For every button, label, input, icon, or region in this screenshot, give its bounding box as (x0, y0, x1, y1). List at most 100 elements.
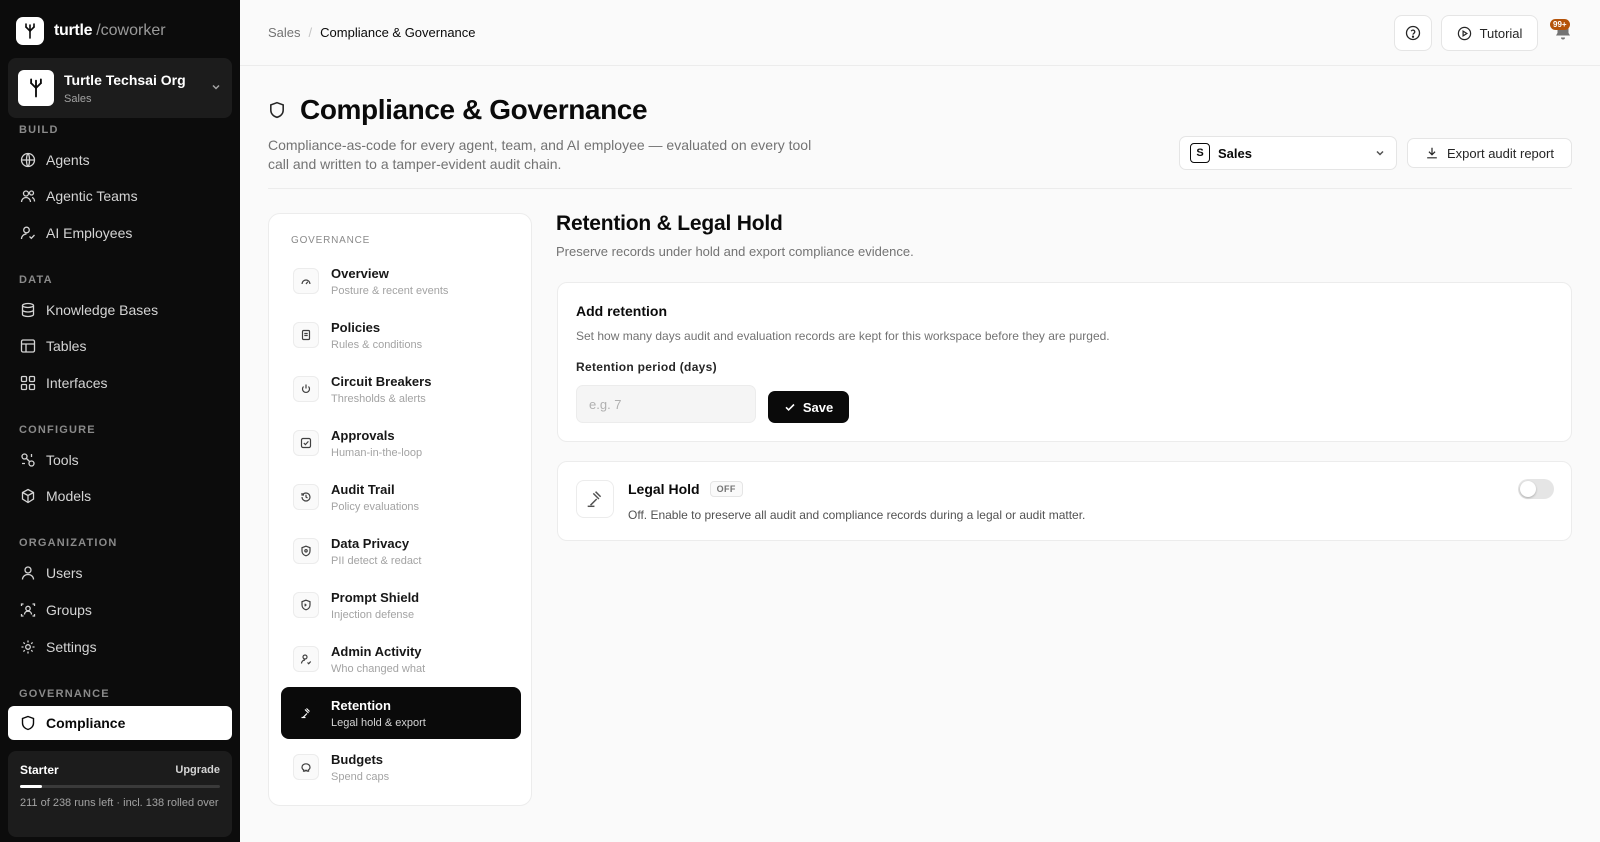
gavel-icon (293, 700, 319, 726)
gov-nav-sub: Who changed what (331, 662, 426, 675)
user-icon (21, 566, 35, 580)
gov-nav-label: Retention (331, 697, 391, 713)
workspace-select[interactable]: S Sales (1179, 136, 1397, 170)
gov-nav-label: Circuit Breakers (331, 373, 432, 389)
retention-period-input[interactable] (576, 385, 756, 423)
gauge-icon (293, 268, 319, 294)
page-header: Compliance & Governance Compliance-as-co… (268, 94, 828, 174)
group-icon (20, 603, 36, 617)
gov-nav-sub: PII detect & redact (331, 554, 422, 567)
legal-hold-status-badge: OFF (709, 481, 743, 497)
sidebar-item-label: Knowledge Bases (46, 302, 159, 318)
sidebar-item-label: Users (46, 565, 83, 581)
sidebar-item-ai-employees[interactable]: AI Employees (8, 216, 232, 250)
gov-nav-policies[interactable]: Policies Rules & conditions (281, 309, 521, 361)
sidebar-item-interfaces[interactable]: Interfaces (8, 366, 232, 400)
org-switcher[interactable]: Turtle Techsai Org Sales (8, 58, 232, 118)
gov-nav-label: Prompt Shield (331, 589, 420, 605)
save-button[interactable]: Save (768, 391, 849, 423)
plan-name: Starter (20, 763, 59, 777)
sidebar-item-agents[interactable]: Agents (8, 143, 232, 177)
gavel-icon (576, 480, 614, 518)
sidebar-item-label: Agentic Teams (46, 188, 138, 204)
tools-icon (21, 453, 35, 467)
checkbox-icon (293, 430, 319, 456)
gov-nav-approvals[interactable]: Approvals Human-in-the-loop (281, 417, 521, 469)
add-retention-card: Add retention Set how many days audit an… (557, 282, 1572, 442)
gov-nav-audit-trail[interactable]: Audit Trail Policy evaluations (281, 471, 521, 523)
breadcrumb: Sales / Compliance & Governance (268, 25, 476, 40)
gov-nav-data-privacy[interactable]: Data Privacy PII detect & redact (281, 525, 521, 577)
legal-hold-card: Legal Hold OFF Off. Enable to preserve a… (557, 461, 1572, 541)
user-activity-icon (293, 646, 319, 672)
user-check-icon (20, 226, 35, 240)
gear-icon (21, 640, 35, 654)
plan-usage-bar (20, 785, 220, 788)
chevron-down-icon (1376, 150, 1384, 156)
gov-nav-label: Audit Trail (331, 481, 395, 497)
sidebar-item-tools[interactable]: Tools (8, 443, 232, 477)
gov-nav-sub: Spend caps (331, 770, 390, 783)
sidebar-item-label: Compliance (46, 715, 126, 731)
sidebar-item-models[interactable]: Models (8, 479, 232, 513)
legal-hold-description: Off. Enable to preserve all audit and co… (628, 508, 1086, 522)
legal-hold-title: Legal Hold (628, 481, 700, 497)
power-icon (293, 376, 319, 402)
sidebar-item-settings[interactable]: Settings (8, 630, 232, 664)
layout-icon (20, 375, 36, 391)
download-icon (1427, 147, 1437, 159)
users-icon (20, 190, 36, 203)
sidebar-item-tables[interactable]: Tables (8, 329, 232, 363)
org-name: Turtle Techsai Org (64, 71, 186, 88)
piggy-bank-icon (293, 754, 319, 780)
sidebar-item-label: Models (46, 488, 92, 504)
gov-nav-admin-activity[interactable]: Admin Activity Who changed what (281, 633, 521, 685)
gov-nav-retention[interactable]: Retention Legal hold & export (281, 687, 521, 739)
document-icon (293, 322, 319, 348)
breadcrumb-parent[interactable]: Sales (268, 25, 301, 40)
gov-nav-overview[interactable]: Overview Posture & recent events (281, 255, 521, 307)
brand-suffix: /coworker (96, 22, 166, 39)
plan-usage-fill (20, 785, 42, 788)
brand[interactable]: turtle /coworker (16, 17, 166, 45)
add-retention-title: Add retention (576, 303, 667, 319)
page-description: Compliance-as-code for every agent, team… (268, 137, 812, 172)
workspace-badge: S (1190, 143, 1210, 163)
nav-section-data: DATA (19, 274, 53, 286)
prompt-shield-icon (293, 592, 319, 618)
sidebar-item-compliance[interactable]: Compliance (8, 706, 232, 740)
table-icon (20, 339, 36, 353)
gov-nav-sub: Legal hold & export (331, 716, 426, 729)
sidebar-item-users[interactable]: Users (8, 556, 232, 590)
nav-section-configure: CONFIGURE (19, 424, 96, 436)
gov-nav-sub: Human-in-the-loop (331, 446, 423, 459)
play-circle-icon (1457, 26, 1471, 40)
help-button[interactable] (1394, 15, 1432, 51)
gov-nav-circuit-breakers[interactable]: Circuit Breakers Thresholds & alerts (281, 363, 521, 415)
gov-nav-prompt-shield[interactable]: Prompt Shield Injection defense (281, 579, 521, 631)
sidebar-item-groups[interactable]: Groups (8, 593, 232, 627)
legal-hold-toggle[interactable] (1518, 479, 1554, 499)
plan-card: Starter Upgrade 211 of 238 runs left · i… (8, 751, 232, 837)
sidebar-item-agentic-teams[interactable]: Agentic Teams (8, 179, 232, 213)
workspace-select-value: Sales (1218, 145, 1252, 161)
save-label: Save (802, 399, 834, 415)
turtle-logo-icon (16, 17, 44, 45)
gov-nav-sub: Posture & recent events (331, 284, 449, 297)
gov-nav-label: Overview (331, 265, 389, 281)
nav-section-build: BUILD (19, 124, 59, 136)
database-icon (21, 302, 35, 318)
breadcrumb-separator: / (308, 25, 313, 40)
sidebar-item-knowledge-bases[interactable]: Knowledge Bases (8, 293, 232, 327)
model-icon (21, 488, 35, 504)
nav-section-organization: ORGANIZATION (19, 537, 118, 549)
gov-nav-budgets[interactable]: Budgets Spend caps (281, 741, 521, 793)
breadcrumb-current: Compliance & Governance (320, 25, 476, 40)
sidebar-item-label: Settings (46, 639, 97, 655)
tutorial-button[interactable]: Tutorial (1441, 15, 1538, 51)
sidebar-item-label: Groups (46, 602, 92, 618)
gov-nav-sub: Rules & conditions (331, 338, 423, 351)
export-audit-report-button[interactable]: Export audit report (1407, 138, 1572, 168)
upgrade-link[interactable]: Upgrade (175, 764, 220, 776)
sidebar-item-label: Tools (46, 452, 79, 468)
